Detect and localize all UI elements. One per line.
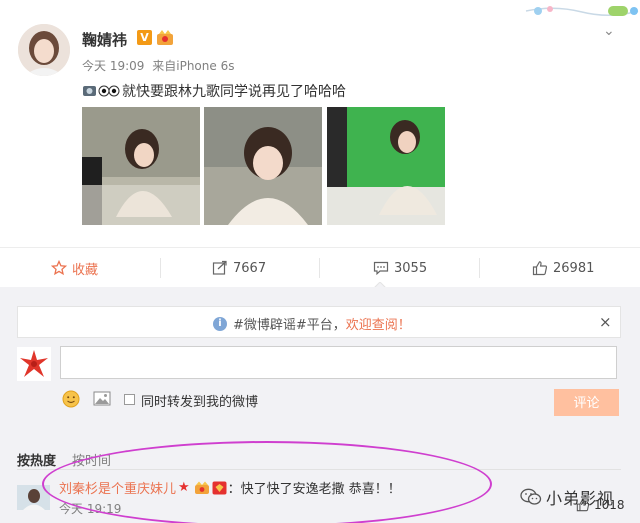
rumor-notice-bar: i #微博辟谣#平台， 欢迎查阅！ × — [17, 306, 621, 338]
comment-section: i #微博辟谣#平台， 欢迎查阅！ × 同时转发到我的微博 评论 按热度按时间 — [0, 287, 640, 523]
post-time[interactable]: 今天 19:09 — [82, 59, 144, 73]
thumbs-up-icon — [532, 261, 548, 276]
weibo-post: ⌄ 鞠婧祎 V 今天 19:09 来自iPhone 6s 就快要跟林九歌同学说再… — [0, 0, 640, 246]
post-action-bar: 收藏 7667 3055 26981 — [0, 247, 640, 287]
watermark-text: 小弟影视 — [546, 489, 615, 508]
image-upload-icon[interactable] — [93, 391, 111, 406]
post-text: 就快要跟林九歌同学说再见了哈哈哈 — [122, 84, 346, 100]
post-source[interactable]: iPhone 6s — [176, 59, 234, 73]
avatar[interactable] — [18, 24, 70, 76]
repost-checkbox[interactable] — [124, 394, 135, 405]
notice-link[interactable]: 欢迎查阅！ — [346, 314, 411, 333]
crown-badge-icon — [157, 30, 173, 45]
chevron-down-icon[interactable]: ⌄ — [603, 24, 621, 38]
favorite-label: 收藏 — [72, 262, 99, 278]
camera-emoji-icon — [83, 85, 120, 97]
repost-button[interactable]: 7667 — [212, 248, 266, 288]
post-meta: 今天 19:09 来自iPhone 6s — [82, 57, 234, 74]
submit-comment-button[interactable]: 评论 — [554, 389, 619, 416]
notice-body: i #微博辟谣#平台， 欢迎查阅！ — [213, 314, 411, 333]
comment-icon — [373, 261, 389, 276]
post-photo-2[interactable] — [204, 107, 322, 225]
action-divider — [319, 258, 320, 278]
comment-input[interactable] — [60, 346, 617, 379]
sort-by-hot-tab[interactable]: 按热度 — [17, 454, 56, 469]
post-content: 就快要跟林九歌同学说再见了哈哈哈 — [82, 81, 346, 101]
action-divider — [160, 258, 161, 278]
source-prefix: 来自 — [152, 59, 177, 73]
repost-checkbox-label[interactable]: 同时转发到我的微博 — [141, 391, 258, 410]
header-decoration-icon — [525, 6, 639, 16]
verified-badge-icon: V — [137, 30, 152, 45]
post-photo-1[interactable] — [82, 107, 200, 225]
like-count: 26981 — [553, 260, 595, 276]
post-username[interactable]: 鞠婧祎 — [82, 29, 127, 50]
favorite-button[interactable]: 收藏 — [51, 248, 98, 288]
comment-count: 3055 — [394, 260, 428, 276]
like-button[interactable]: 26981 — [532, 248, 594, 288]
watermark: 小弟影视 — [520, 485, 614, 509]
annotation-oval — [42, 441, 492, 523]
star-outline-icon — [51, 260, 67, 276]
emoji-icon[interactable] — [62, 390, 80, 408]
repost-count: 7667 — [233, 260, 267, 276]
action-divider — [479, 258, 480, 278]
post-photo-3[interactable] — [327, 107, 445, 225]
repost-icon — [212, 260, 227, 275]
info-icon: i — [213, 316, 227, 331]
notice-text: #微博辟谣#平台， — [233, 318, 346, 333]
user-avatar-starfish[interactable] — [17, 347, 51, 381]
wechat-logo-icon — [520, 488, 542, 505]
close-icon[interactable]: × — [599, 313, 612, 331]
